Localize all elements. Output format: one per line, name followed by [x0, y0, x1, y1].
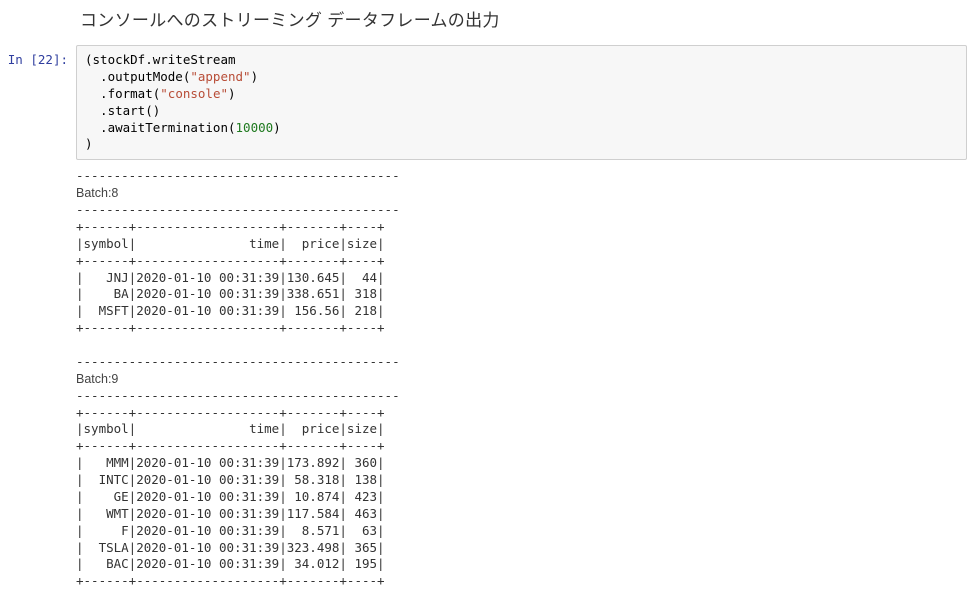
code-str-append: "append": [190, 69, 250, 84]
out-dash: ----------------------------------------…: [76, 168, 400, 183]
code-line-5b: ): [273, 120, 281, 135]
prompt-in-label: In [: [8, 52, 38, 67]
table-row: | INTC|2020-01-10 00:31:39| 58.318| 138|: [76, 472, 385, 487]
cell-output: ----------------------------------------…: [76, 160, 979, 590]
tbl-header: |symbol| time| price|size|: [76, 236, 385, 251]
tbl-border: +------+-------------------+-------+----…: [76, 573, 385, 588]
code-line-3a: .format(: [85, 86, 160, 101]
code-line-4: .start(): [85, 103, 160, 118]
prompt-suffix: ]:: [53, 52, 68, 67]
tbl-border: +------+-------------------+-------+----…: [76, 320, 385, 335]
tbl-border: +------+-------------------+-------+----…: [76, 438, 385, 453]
table-row: | JNJ|2020-01-10 00:31:39|130.645| 44|: [76, 270, 385, 285]
table-row: | MSFT|2020-01-10 00:31:39| 156.56| 218|: [76, 303, 385, 318]
out-dash: ----------------------------------------…: [76, 388, 400, 403]
code-cell: In [22]: (stockDf.writeStream .outputMod…: [0, 45, 979, 160]
code-num-10000: 10000: [236, 120, 274, 135]
code-body: (stockDf.writeStream .outputMode("append…: [76, 45, 967, 160]
code-area[interactable]: (stockDf.writeStream .outputMode("append…: [76, 45, 967, 160]
code-line-6: ): [85, 136, 93, 151]
out-dash: ----------------------------------------…: [76, 202, 400, 217]
input-prompt: In [22]:: [0, 45, 76, 160]
prompt-exec-count: 22: [38, 52, 53, 67]
code-line-2b: ): [251, 69, 259, 84]
code-line-3b: ): [228, 86, 236, 101]
code-line-5a: .awaitTermination(: [85, 120, 236, 135]
code-line-1: (stockDf.writeStream: [85, 52, 236, 67]
table-row: | TSLA|2020-01-10 00:31:39|323.498| 365|: [76, 540, 385, 555]
code-str-console: "console": [160, 86, 228, 101]
tbl-border: +------+-------------------+-------+----…: [76, 405, 385, 420]
table-row: | BA|2020-01-10 00:31:39|338.651| 318|: [76, 286, 385, 301]
table-row: | WMT|2020-01-10 00:31:39|117.584| 463|: [76, 506, 385, 521]
tbl-border: +------+-------------------+-------+----…: [76, 219, 385, 234]
tbl-border: +------+-------------------+-------+----…: [76, 253, 385, 268]
section-heading: コンソールへのストリーミング データフレームの出力: [80, 6, 979, 31]
table-row: | BAC|2020-01-10 00:31:39| 34.012| 195|: [76, 556, 385, 571]
batch8-label: Batch:8: [76, 186, 118, 200]
out-dash: ----------------------------------------…: [76, 354, 400, 369]
tbl-header: |symbol| time| price|size|: [76, 421, 385, 436]
batch9-label: Batch:9: [76, 372, 118, 386]
table-row: | MMM|2020-01-10 00:31:39|173.892| 360|: [76, 455, 385, 470]
notebook: コンソールへのストリーミング データフレームの出力 In [22]: (stoc…: [0, 0, 979, 590]
table-row: | F|2020-01-10 00:31:39| 8.571| 63|: [76, 523, 385, 538]
code-line-2a: .outputMode(: [85, 69, 190, 84]
table-row: | GE|2020-01-10 00:31:39| 10.874| 423|: [76, 489, 385, 504]
